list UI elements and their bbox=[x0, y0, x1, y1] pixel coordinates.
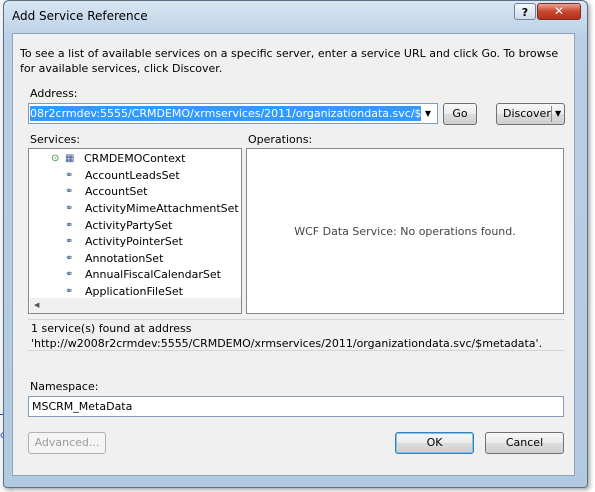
advanced-button[interactable]: Advanced... bbox=[28, 432, 106, 454]
tree-item-label: AccountLeadsSet bbox=[85, 169, 180, 182]
instructions-text: To see a list of available services on a… bbox=[20, 47, 559, 75]
dropdown-arrow-icon[interactable]: ▼ bbox=[420, 105, 436, 122]
tree-item-label: ActivityPartySet bbox=[85, 219, 173, 232]
entity-set-icon: ⚭ bbox=[65, 170, 74, 181]
tree-item-label: ActivityPointerSet bbox=[85, 235, 183, 248]
discover-label[interactable]: Discover bbox=[503, 107, 551, 120]
entity-set-icon: ⚭ bbox=[65, 186, 74, 197]
status-area: 1 service(s) found at address 'http://w2… bbox=[28, 319, 564, 351]
dialog-title: Add Service Reference bbox=[12, 9, 148, 23]
tree-item-label: ActivityMimeAttachmentSet bbox=[85, 202, 239, 215]
split-separator bbox=[551, 106, 552, 122]
service-icon: ▦ bbox=[65, 153, 75, 164]
tree-item-label: CRMDEMOContext bbox=[84, 152, 186, 165]
operations-label: Operations: bbox=[248, 133, 313, 146]
horizontal-scrollbar[interactable]: ◀ ▶ bbox=[30, 298, 241, 313]
entity-set-icon: ⚭ bbox=[65, 236, 74, 247]
services-tree[interactable]: ⊙ ▦ CRMDEMOContext ⚭ AccountLeadsSet ⚭ A… bbox=[28, 148, 242, 314]
namespace-label: Namespace: bbox=[30, 380, 99, 393]
address-combobox[interactable]: 08r2crmdev:5555/CRMDEMO/xrmservices/2011… bbox=[28, 103, 438, 124]
entity-set-icon: ⚭ bbox=[65, 253, 74, 264]
scroll-left-icon[interactable]: ◀ bbox=[34, 301, 39, 309]
entity-set-icon: ⚭ bbox=[65, 203, 74, 214]
entity-set-icon: ⚭ bbox=[65, 220, 74, 231]
collapse-icon[interactable]: ⊙ bbox=[51, 151, 59, 167]
help-button[interactable]: ? bbox=[514, 3, 536, 20]
title-bar: Add Service Reference ? ✕ bbox=[4, 1, 587, 31]
services-label: Services: bbox=[30, 133, 81, 146]
tree-item-label: AnnualFiscalCalendarSet bbox=[85, 268, 221, 281]
ok-button[interactable]: OK bbox=[395, 432, 474, 454]
address-input[interactable]: 08r2crmdev:5555/CRMDEMO/xrmservices/2011… bbox=[30, 106, 421, 121]
status-line-2: 'http://w2008r2crmdev:5555/CRMDEMO/xrmse… bbox=[31, 337, 543, 350]
operations-panel: WCF Data Service: No operations found. bbox=[246, 148, 564, 314]
tree-item-label: AnnotationSet bbox=[85, 252, 164, 265]
status-line-1: 1 service(s) found at address bbox=[31, 322, 192, 335]
operations-message: WCF Data Service: No operations found. bbox=[294, 225, 516, 238]
entity-set-icon: ⚭ bbox=[65, 269, 74, 280]
address-label: Address: bbox=[30, 87, 78, 100]
close-button[interactable]: ✕ bbox=[537, 3, 581, 20]
namespace-input[interactable]: MSCRM_MetaData bbox=[28, 396, 564, 417]
cancel-button[interactable]: Cancel bbox=[485, 432, 564, 454]
discover-split-button[interactable]: Discover ▼ bbox=[496, 103, 565, 125]
chevron-down-icon[interactable]: ▼ bbox=[555, 104, 561, 124]
tree-item-label: AccountSet bbox=[85, 185, 148, 198]
go-button[interactable]: Go bbox=[443, 103, 477, 125]
